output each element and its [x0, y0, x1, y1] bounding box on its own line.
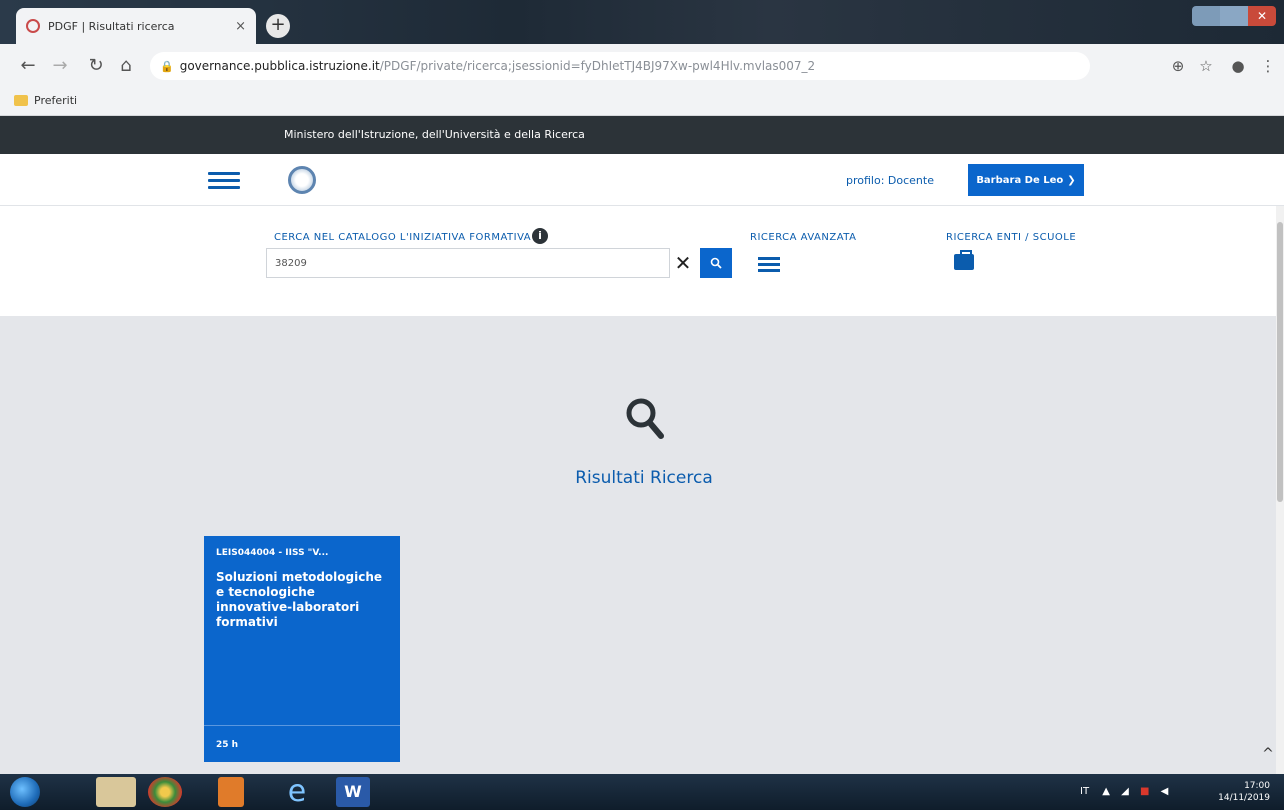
schools-search-label: RICERCA ENTI / SCUOLE [946, 232, 1077, 243]
volume-icon[interactable]: ◀ [1161, 786, 1169, 797]
search-icon [710, 257, 722, 269]
word-icon[interactable]: W [336, 777, 370, 807]
page-scrollbar[interactable] [1276, 206, 1284, 774]
catalog-search-input[interactable] [266, 248, 670, 278]
star-icon[interactable]: ☆ [1194, 54, 1218, 78]
bookmarks-bar: Preferiti [0, 88, 1284, 116]
chrome-icon[interactable] [148, 777, 182, 807]
user-name: Barbara De Leo [976, 174, 1064, 186]
account-icon[interactable]: ● [1226, 54, 1250, 78]
url-host: governance.pubblica.istruzione.it [179, 59, 380, 73]
system-tray: IT ▲ ◢ ■ ◀ [1080, 786, 1168, 797]
media-player-icon[interactable] [218, 777, 244, 807]
card-code: LEIS044004 - IISS "V... [216, 548, 329, 558]
lock-icon: 🔒 [160, 59, 174, 73]
chevron-down-icon: ❯ [1067, 174, 1076, 186]
browser-toolbar: ← → ↻ ⌂ 🔒 governance.pubblica.istruzione… [0, 44, 1284, 88]
republic-emblem-icon[interactable] [288, 166, 316, 194]
browser-tab[interactable]: PDGF | Risultati ricerca × [16, 8, 256, 44]
scrollbar-thumb[interactable] [1277, 222, 1283, 502]
folder-icon [14, 95, 28, 106]
tab-title: PDGF | Risultati ricerca [48, 19, 175, 33]
results-title: Risultati Ricerca [575, 468, 713, 488]
url-path: /PDGF/private/ricerca;jsessionid=fyDhIet… [379, 59, 816, 73]
result-card[interactable]: LEIS044004 - IISS "V... Soluzioni metodo… [204, 536, 400, 762]
reload-icon[interactable]: ↻ [84, 54, 108, 78]
close-window-button[interactable]: ✕ [1248, 6, 1276, 26]
advanced-search-label: RICERCA AVANZATA [750, 232, 857, 243]
tab-close-icon[interactable]: × [235, 19, 246, 34]
back-icon[interactable]: ← [16, 54, 40, 78]
info-icon[interactable]: i [532, 228, 548, 244]
minimize-button[interactable] [1192, 6, 1220, 26]
bookmark-folder[interactable]: Preferiti [14, 94, 77, 107]
search-area: CERCA NEL CATALOGO L'INIZIATIVA FORMATIV… [0, 206, 1284, 316]
site-favicon-icon [26, 19, 40, 33]
maximize-button[interactable] [1220, 6, 1248, 26]
clock[interactable]: 17:00 14/11/2019 [1218, 780, 1270, 804]
scroll-to-top-icon[interactable]: ^ [1260, 746, 1276, 762]
windows-taskbar: e W IT ▲ ◢ ■ ◀ 17:00 14/11/2019 [0, 774, 1284, 810]
home-icon[interactable]: ⌂ [114, 54, 138, 78]
card-title: Soluzioni metodologiche e tecnologiche i… [216, 570, 383, 629]
browser-titlebar: PDGF | Risultati ricerca × + ✕ [0, 0, 1284, 44]
ie-icon[interactable]: e [280, 777, 314, 807]
tray-expand-icon[interactable]: ▲ [1102, 786, 1110, 797]
start-button[interactable] [10, 777, 40, 807]
clock-time: 17:00 [1244, 781, 1270, 791]
language-indicator[interactable]: IT [1080, 786, 1089, 797]
card-divider [204, 725, 400, 726]
bookmark-folder-label: Preferiti [34, 94, 78, 107]
alert-icon[interactable]: ■ [1140, 786, 1149, 797]
magnifier-icon [626, 398, 664, 439]
briefcase-icon[interactable] [954, 250, 974, 270]
file-explorer-icon[interactable] [96, 777, 136, 807]
site-header: profilo: Docente Barbara De Leo ❯ [0, 154, 1284, 206]
card-hours: 25 h [216, 740, 239, 750]
catalog-search-label: CERCA NEL CATALOGO L'INIZIATIVA FORMATIV… [274, 232, 532, 243]
profile-label: profilo: Docente [846, 174, 934, 187]
search-button[interactable] [700, 248, 732, 278]
clear-search-icon[interactable]: ✕ [672, 250, 694, 276]
network-icon[interactable]: ◢ [1121, 786, 1129, 797]
ministry-name: Ministero dell'Istruzione, dell'Universi… [284, 128, 585, 141]
menu-icon[interactable]: ⋮ [1256, 54, 1280, 78]
results-section: Risultati Ricerca LEIS044004 - IISS "V..… [0, 316, 1284, 774]
window-controls: ✕ [1192, 6, 1276, 26]
forward-icon[interactable]: → [48, 54, 72, 78]
zoom-icon[interactable]: ⊕ [1166, 54, 1190, 78]
new-tab-button[interactable]: + [266, 14, 290, 38]
hamburger-menu-icon[interactable] [208, 172, 240, 190]
ministry-bar: Ministero dell'Istruzione, dell'Universi… [0, 116, 1284, 154]
sliders-icon[interactable] [758, 254, 780, 276]
clock-date: 14/11/2019 [1218, 793, 1270, 803]
user-menu-button[interactable]: Barbara De Leo ❯ [968, 164, 1084, 196]
address-bar[interactable]: 🔒 governance.pubblica.istruzione.it /PDG… [150, 52, 1090, 80]
